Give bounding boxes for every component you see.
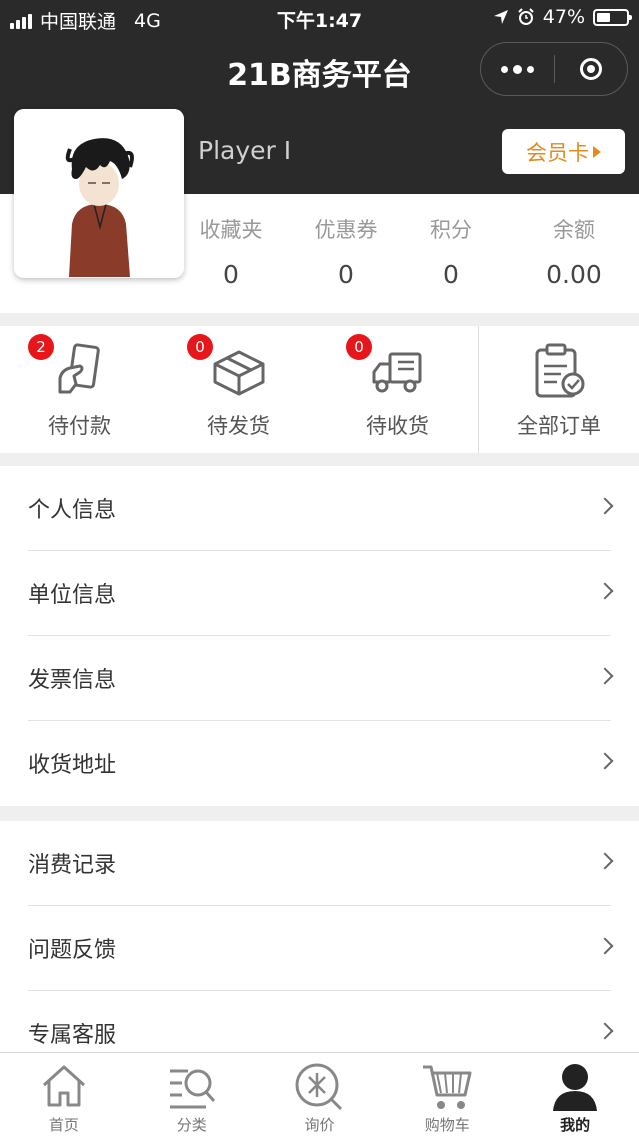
chevron-right-icon xyxy=(596,1022,614,1040)
stat-points[interactable]: 积分 0 xyxy=(396,214,506,289)
order-all[interactable]: 全部订单 xyxy=(479,326,639,453)
alarm-icon xyxy=(518,8,534,25)
order-pending-receipt[interactable]: 0 待收货 xyxy=(318,326,477,453)
menu-item-invoice-info[interactable]: 发票信息 xyxy=(0,636,639,721)
stat-balance[interactable]: 余额 0.00 xyxy=(519,214,629,289)
chevron-right-icon xyxy=(596,852,614,870)
order-label: 待发货 xyxy=(207,414,270,438)
menu-group-service: 消费记录 问题反馈 专属客服 xyxy=(0,821,639,1076)
member-card-button[interactable]: 会员卡 xyxy=(502,129,625,174)
battery-icon xyxy=(593,8,632,26)
clipboard-icon xyxy=(535,343,585,398)
target-icon xyxy=(580,58,602,80)
tab-inquiry[interactable]: 询价 xyxy=(256,1053,384,1136)
stat-value: 0 xyxy=(338,260,354,289)
dot-icon xyxy=(527,65,534,73)
truck-icon xyxy=(372,352,421,393)
status-bar: 中国联通 4G 下午1:47 47% xyxy=(0,0,639,36)
stat-value: 0 xyxy=(223,260,239,289)
box-icon xyxy=(213,350,264,396)
stat-label: 优惠券 xyxy=(314,218,378,242)
stat-label: 收藏夹 xyxy=(199,218,263,242)
chevron-right-icon xyxy=(596,752,614,770)
order-label: 待付款 xyxy=(48,414,111,438)
chevron-right-icon xyxy=(596,582,614,600)
avatar[interactable] xyxy=(14,109,184,278)
nav-bar: 21B商务平台 xyxy=(0,36,639,104)
badge-count: 2 xyxy=(28,334,54,360)
menu-item-purchase-history[interactable]: 消费记录 xyxy=(0,821,639,906)
close-button[interactable] xyxy=(555,58,627,80)
stat-coupons[interactable]: 优惠券 0 xyxy=(291,214,401,289)
miniprogram-capsule xyxy=(480,42,628,96)
chevron-right-icon xyxy=(596,497,614,515)
dot-icon xyxy=(513,64,522,74)
dot-icon xyxy=(501,65,508,73)
order-label: 全部订单 xyxy=(517,414,601,438)
badge-count: 0 xyxy=(346,334,372,360)
stat-value: 0.00 xyxy=(546,260,602,289)
tab-bar: 首页 分类 询价 购物车 我的 xyxy=(0,1052,639,1136)
menu-label: 收货地址 xyxy=(28,753,117,778)
stat-label: 积分 xyxy=(430,218,472,242)
tab-label: 购物车 xyxy=(424,1116,470,1134)
tab-label: 分类 xyxy=(176,1116,207,1134)
home-icon xyxy=(42,1065,85,1107)
payment-icon xyxy=(58,343,100,394)
stat-label: 余额 xyxy=(553,218,595,242)
menu-label: 消费记录 xyxy=(28,853,117,878)
tab-cart[interactable]: 购物车 xyxy=(383,1053,511,1136)
user-icon xyxy=(553,1064,598,1111)
menu-label: 专属客服 xyxy=(28,1023,117,1048)
location-arrow-icon xyxy=(493,10,508,24)
order-label: 待收货 xyxy=(366,414,429,438)
menu-item-personal-info[interactable]: 个人信息 xyxy=(0,466,639,551)
tab-mine[interactable]: 我的 xyxy=(511,1053,639,1136)
menu-item-shipping-address[interactable]: 收货地址 xyxy=(0,721,639,806)
menu-item-company-info[interactable]: 单位信息 xyxy=(0,551,639,636)
tab-home[interactable]: 首页 xyxy=(0,1053,128,1136)
cart-icon xyxy=(423,1065,472,1109)
tab-label: 首页 xyxy=(48,1116,79,1134)
tab-label: 我的 xyxy=(560,1116,591,1134)
order-status-row: 2 待付款 0 待发货 0 待收货 全部订单 xyxy=(0,326,639,453)
tab-category[interactable]: 分类 xyxy=(128,1053,256,1136)
avatar-illustration xyxy=(14,109,184,278)
more-button[interactable] xyxy=(481,43,554,95)
menu-label: 单位信息 xyxy=(28,583,117,608)
order-pending-payment[interactable]: 2 待付款 xyxy=(0,326,159,453)
inquiry-icon xyxy=(295,1063,343,1111)
order-pending-shipment[interactable]: 0 待发货 xyxy=(159,326,318,453)
menu-group-account: 个人信息 单位信息 发票信息 收货地址 xyxy=(0,466,639,806)
chevron-right-icon xyxy=(596,937,614,955)
member-card-label: 会员卡 xyxy=(526,140,589,165)
caret-right-icon xyxy=(593,145,601,158)
chevron-right-icon xyxy=(596,667,614,685)
menu-label: 发票信息 xyxy=(28,668,117,693)
badge-count: 0 xyxy=(187,334,213,360)
username: Player I xyxy=(198,136,292,165)
battery-percent: 47% xyxy=(542,6,585,28)
menu-label: 个人信息 xyxy=(28,498,117,523)
stat-value: 0 xyxy=(443,260,459,289)
stat-favorites[interactable]: 收藏夹 0 xyxy=(176,214,286,289)
menu-item-feedback[interactable]: 问题反馈 xyxy=(0,906,639,991)
tab-label: 询价 xyxy=(304,1116,335,1134)
menu-label: 问题反馈 xyxy=(28,938,117,963)
category-search-icon xyxy=(169,1069,215,1109)
